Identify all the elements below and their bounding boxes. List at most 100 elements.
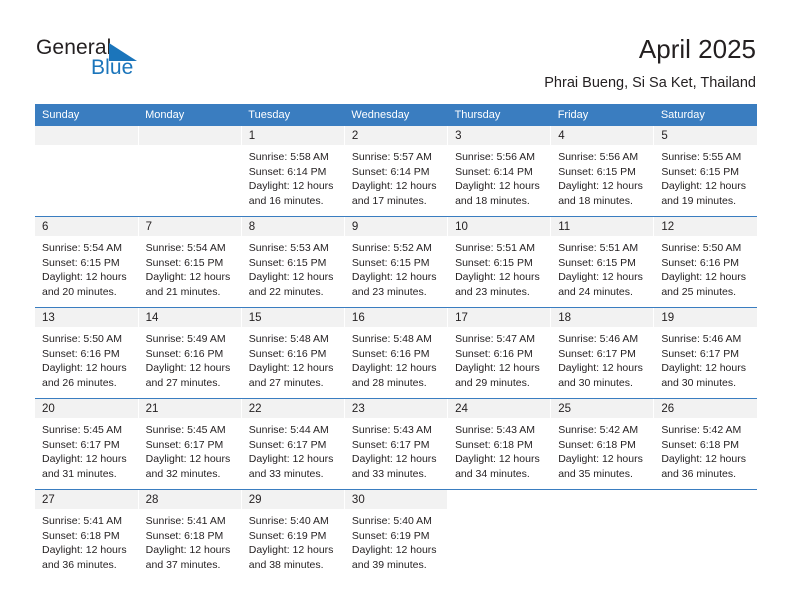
day-details: Sunrise: 5:50 AM Sunset: 6:16 PM Daylight:… xyxy=(654,236,757,299)
daylight-text-line1: Daylight: 12 hours xyxy=(558,271,643,284)
calendar-day-cell[interactable]: 5 Sunrise: 5:55 AM Sunset: 6:15 PM Daylight… xyxy=(653,126,757,216)
calendar-week-row: 13 Sunrise: 5:50 AM Sunset: 6:16 PM Dayligh… xyxy=(35,308,757,398)
day-details: Sunrise: 5:40 AM Sunset: 6:19 PM Daylight:… xyxy=(345,509,447,572)
sunrise-text: Sunrise: 5:45 AM xyxy=(145,424,226,436)
calendar-empty-cell xyxy=(35,126,139,216)
day-cell-inner: 27 Sunrise: 5:41 AM Sunset: 6:18 PM Dayligh… xyxy=(35,490,138,580)
daylight-text-line2: and 21 minutes. xyxy=(145,285,221,298)
daylight-text-line1: Daylight: 12 hours xyxy=(248,271,334,284)
sunrise-text: Sunrise: 5:43 AM xyxy=(455,424,536,436)
calendar-day-cell[interactable]: 27 Sunrise: 5:41 AM Sunset: 6:18 PM Dayligh… xyxy=(35,490,139,580)
daylight-text-line2: and 20 minutes. xyxy=(42,285,117,298)
calendar-day-cell[interactable]: 14 Sunrise: 5:49 AM Sunset: 6:16 PM Dayligh… xyxy=(138,308,242,398)
day-cell-inner: 24 Sunrise: 5:43 AM Sunset: 6:18 PM Dayligh… xyxy=(448,399,551,489)
calendar-day-cell[interactable]: 19 Sunrise: 5:46 AM Sunset: 6:17 PM Dayligh… xyxy=(653,308,757,398)
day-cell-inner: 28 Sunrise: 5:41 AM Sunset: 6:18 PM Dayligh… xyxy=(138,490,241,580)
logo-text-blue: Blue xyxy=(91,56,134,79)
day-number: 16 xyxy=(344,308,448,327)
sunrise-text: Sunrise: 5:58 AM xyxy=(248,151,329,163)
calendar-day-cell[interactable]: 24 Sunrise: 5:43 AM Sunset: 6:18 PM Dayligh… xyxy=(447,399,552,489)
calendar-week-row: 6 Sunrise: 5:54 AM Sunset: 6:15 PM Daylight… xyxy=(35,217,757,307)
empty-daynum-bar xyxy=(35,126,138,145)
sunset-text: Sunset: 6:15 PM xyxy=(248,256,327,269)
calendar-week-row: 20 Sunrise: 5:45 AM Sunset: 6:17 PM Dayligh… xyxy=(35,399,757,489)
daylight-text-line1: Daylight: 12 hours xyxy=(455,180,540,193)
weekday-header-thursday: Thursday xyxy=(447,104,551,126)
calendar-day-cell[interactable]: 8 Sunrise: 5:53 AM Sunset: 6:15 PM Daylight… xyxy=(241,217,345,307)
daylight-text-line2: and 24 minutes. xyxy=(558,285,633,298)
sunrise-text: Sunrise: 5:40 AM xyxy=(248,515,329,527)
calendar-header-row: Sunday Monday Tuesday Wednesday Thursday Frid… xyxy=(35,104,757,126)
day-number: 14 xyxy=(138,308,241,327)
calendar-day-cell[interactable]: 22 Sunrise: 5:44 AM Sunset: 6:17 PM Dayligh… xyxy=(241,399,345,489)
calendar-day-cell[interactable]: 1 Sunrise: 5:58 AM Sunset: 6:14 PM Daylight… xyxy=(241,126,345,216)
calendar-day-cell[interactable]: 9 Sunrise: 5:52 AM Sunset: 6:15 PM Daylight… xyxy=(344,217,449,307)
sunrise-text: Sunrise: 5:41 AM xyxy=(42,515,122,527)
day-number: 1 xyxy=(241,126,344,145)
calendar-day-cell[interactable]: 29 Sunrise: 5:40 AM Sunset: 6:19 PM Dayligh… xyxy=(241,490,345,580)
day-cell-inner: 21 Sunrise: 5:45 AM Sunset: 6:17 PM Dayligh… xyxy=(138,399,241,489)
calendar-day-cell[interactable]: 21 Sunrise: 5:45 AM Sunset: 6:17 PM Dayligh… xyxy=(138,399,242,489)
calendar-day-cell[interactable]: 20 Sunrise: 5:45 AM Sunset: 6:17 PM Dayligh… xyxy=(35,399,139,489)
daylight-text-line1: Daylight: 12 hours xyxy=(351,453,437,466)
daylight-text-line1: Daylight: 12 hours xyxy=(455,453,540,466)
calendar-day-cell[interactable]: 25 Sunrise: 5:42 AM Sunset: 6:18 PM Dayligh… xyxy=(550,399,655,489)
day-number: 4 xyxy=(551,126,654,145)
sunset-text: Sunset: 6:17 PM xyxy=(558,347,636,360)
calendar-day-cell[interactable]: 16 Sunrise: 5:48 AM Sunset: 6:16 PM Dayligh… xyxy=(344,308,449,398)
calendar-day-cell[interactable]: 18 Sunrise: 5:46 AM Sunset: 6:17 PM Dayligh… xyxy=(550,308,655,398)
day-number: 23 xyxy=(344,399,448,418)
daylight-text-line1: Daylight: 12 hours xyxy=(248,180,334,193)
day-cell-inner xyxy=(138,126,241,216)
day-details: Sunrise: 5:51 AM Sunset: 6:15 PM Daylight:… xyxy=(551,236,653,299)
daylight-text-line1: Daylight: 12 hours xyxy=(42,271,127,284)
calendar-empty-cell xyxy=(447,490,552,580)
daylight-text-line2: and 18 minutes. xyxy=(558,194,633,207)
day-cell-inner: 11 Sunrise: 5:51 AM Sunset: 6:15 PM Dayligh… xyxy=(551,217,654,307)
calendar-day-cell[interactable]: 10 Sunrise: 5:51 AM Sunset: 6:15 PM Dayligh… xyxy=(447,217,552,307)
calendar-day-cell[interactable]: 6 Sunrise: 5:54 AM Sunset: 6:15 PM Daylight… xyxy=(35,217,139,307)
day-details: Sunrise: 5:47 AM Sunset: 6:16 PM Daylight:… xyxy=(448,327,550,390)
daylight-text-line2: and 30 minutes. xyxy=(661,376,737,389)
sunrise-text: Sunrise: 5:46 AM xyxy=(661,333,742,345)
calendar-day-cell[interactable]: 30 Sunrise: 5:40 AM Sunset: 6:19 PM Dayligh… xyxy=(344,490,449,580)
calendar-day-cell[interactable]: 26 Sunrise: 5:42 AM Sunset: 6:18 PM Dayligh… xyxy=(653,399,757,489)
sunset-text: Sunset: 6:17 PM xyxy=(145,438,224,451)
calendar-day-cell[interactable]: 13 Sunrise: 5:50 AM Sunset: 6:16 PM Dayligh… xyxy=(35,308,139,398)
sunset-text: Sunset: 6:14 PM xyxy=(455,165,533,178)
daylight-text-line2: and 23 minutes. xyxy=(455,285,530,298)
sunset-text: Sunset: 6:14 PM xyxy=(248,165,327,178)
calendar-day-cell[interactable]: 17 Sunrise: 5:47 AM Sunset: 6:16 PM Dayligh… xyxy=(447,308,552,398)
day-details: Sunrise: 5:55 AM Sunset: 6:15 PM Daylight:… xyxy=(654,145,757,208)
sunset-text: Sunset: 6:17 PM xyxy=(661,347,739,360)
daylight-text-line2: and 33 minutes. xyxy=(351,467,427,480)
calendar-day-cell[interactable]: 4 Sunrise: 5:56 AM Sunset: 6:15 PM Daylight… xyxy=(550,126,655,216)
day-details: Sunrise: 5:54 AM Sunset: 6:15 PM Daylight:… xyxy=(139,236,241,299)
weekday-header-friday: Friday xyxy=(550,104,654,126)
sunrise-text: Sunrise: 5:56 AM xyxy=(558,151,639,163)
general-blue-logo[interactable]: General Blue xyxy=(36,36,196,82)
sunset-text: Sunset: 6:15 PM xyxy=(145,256,224,269)
day-number: 18 xyxy=(551,308,654,327)
day-cell-inner: 17 Sunrise: 5:47 AM Sunset: 6:16 PM Dayligh… xyxy=(448,308,551,398)
sunset-text: Sunset: 6:19 PM xyxy=(351,529,430,542)
calendar-day-cell[interactable]: 2 Sunrise: 5:57 AM Sunset: 6:14 PM Daylight… xyxy=(344,126,449,216)
daylight-text-line1: Daylight: 12 hours xyxy=(661,453,746,466)
day-cell-inner: 6 Sunrise: 5:54 AM Sunset: 6:15 PM Daylight… xyxy=(35,217,138,307)
calendar-day-cell[interactable]: 28 Sunrise: 5:41 AM Sunset: 6:18 PM Dayligh… xyxy=(138,490,242,580)
calendar-day-cell[interactable]: 23 Sunrise: 5:43 AM Sunset: 6:17 PM Dayligh… xyxy=(344,399,449,489)
calendar-day-cell[interactable]: 15 Sunrise: 5:48 AM Sunset: 6:16 PM Dayligh… xyxy=(241,308,345,398)
day-number: 30 xyxy=(344,490,448,509)
day-cell-inner: 16 Sunrise: 5:48 AM Sunset: 6:16 PM Dayligh… xyxy=(344,308,448,398)
calendar-day-cell[interactable]: 7 Sunrise: 5:54 AM Sunset: 6:15 PM Daylight… xyxy=(138,217,242,307)
calendar-day-cell[interactable]: 12 Sunrise: 5:50 AM Sunset: 6:16 PM Dayligh… xyxy=(653,217,757,307)
day-number: 21 xyxy=(138,399,241,418)
daylight-text-line1: Daylight: 12 hours xyxy=(42,453,127,466)
day-number: 26 xyxy=(654,399,757,418)
calendar-day-cell[interactable]: 3 Sunrise: 5:56 AM Sunset: 6:14 PM Daylight… xyxy=(447,126,552,216)
daylight-text-line2: and 19 minutes. xyxy=(661,194,737,207)
day-details: Sunrise: 5:48 AM Sunset: 6:16 PM Daylight:… xyxy=(242,327,344,390)
daylight-text-line2: and 30 minutes. xyxy=(558,376,633,389)
calendar-day-cell[interactable]: 11 Sunrise: 5:51 AM Sunset: 6:15 PM Dayligh… xyxy=(550,217,655,307)
day-cell-inner: 3 Sunrise: 5:56 AM Sunset: 6:14 PM Daylight… xyxy=(448,126,551,216)
